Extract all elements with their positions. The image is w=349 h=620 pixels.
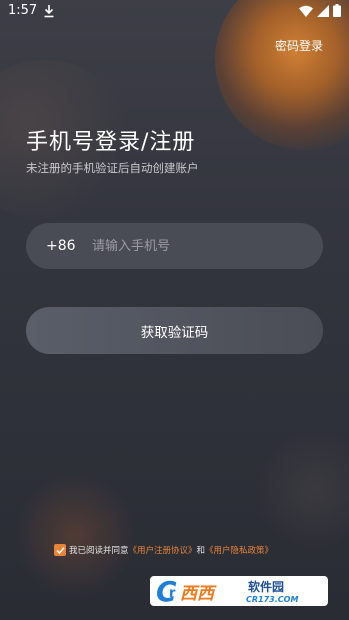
privacy-policy-link[interactable]: 《用户隐私政策》: [205, 544, 273, 556]
phone-input[interactable]: [90, 237, 294, 255]
check-icon: [55, 546, 65, 554]
agreement-row: 我已阅读并同意 《用户注册协议》 和 《用户隐私政策》: [54, 544, 273, 556]
status-time: 1:57: [8, 3, 38, 18]
watermark-site-cn: 软件园: [248, 579, 284, 594]
password-login-link[interactable]: 密码登录: [275, 37, 323, 54]
watermark-logo: C r 西西 软件园 CR173.COM: [150, 575, 328, 608]
user-agreement-link[interactable]: 《用户注册协议》: [129, 544, 197, 556]
battery-icon: [333, 4, 341, 17]
background-glow-bottom-right: [255, 430, 349, 550]
signal-icon: [317, 4, 329, 17]
watermark-brand: 西西: [180, 584, 217, 604]
agreement-prefix: 我已阅读并同意: [69, 546, 129, 556]
watermark-site-en: CR173.COM: [246, 595, 298, 604]
wifi-icon: [299, 5, 313, 17]
status-icons: [299, 4, 341, 17]
country-code[interactable]: +86: [46, 238, 80, 254]
agreement-checkbox[interactable]: [54, 544, 66, 556]
download-icon: [44, 5, 54, 18]
background-glow-bottom: [15, 475, 135, 595]
phone-field[interactable]: +86: [26, 223, 323, 269]
get-code-button[interactable]: 获取验证码: [26, 307, 323, 354]
agreement-and: 和: [196, 546, 206, 556]
svg-text:r: r: [169, 586, 176, 601]
page-title: 手机号登录/注册: [26, 130, 196, 155]
status-bar: 1:57: [0, 0, 349, 24]
login-screen: 1:57 密码登录 手机号登录/注册 未注册的手机验证后自动创建账户 +86 获…: [0, 0, 349, 620]
page-subtitle: 未注册的手机验证后自动创建账户: [26, 161, 199, 175]
